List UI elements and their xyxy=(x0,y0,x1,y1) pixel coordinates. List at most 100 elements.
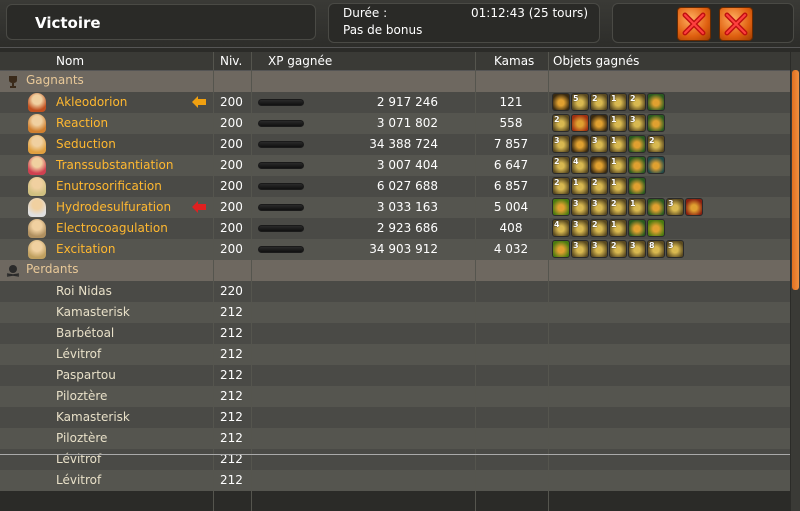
item-icon[interactable]: 3 xyxy=(590,198,608,216)
item-icon[interactable]: 1 xyxy=(609,93,627,111)
item-icon[interactable]: 2 xyxy=(628,93,646,111)
player-name[interactable]: Hydrodesulfuration xyxy=(56,200,171,214)
table-row[interactable]: Paspartou 212 xyxy=(0,365,790,386)
item-icon[interactable]: 2 xyxy=(609,198,627,216)
item-icon[interactable]: 4 xyxy=(571,156,589,174)
item-icon[interactable]: 1 xyxy=(609,135,627,153)
item-icon[interactable]: 2 xyxy=(552,156,570,174)
table-row[interactable]: Kamasterisk 212 xyxy=(0,407,790,428)
close-fight-button[interactable] xyxy=(677,7,711,41)
table-row[interactable]: Enutrosorification 200 6 027 688 6 857 2 1 2 1 xyxy=(0,176,790,197)
table-row[interactable]: Excitation 200 34 903 912 4 032 3 3 2 3 8 3 xyxy=(0,239,790,260)
table-row[interactable]: Piloztère 212 xyxy=(0,386,790,407)
table-row[interactable]: Transsubstantiation 200 3 007 404 6 647 2 4 1 xyxy=(0,155,790,176)
table-row[interactable]: Lévitrof 212 xyxy=(0,449,790,470)
item-icon[interactable] xyxy=(552,198,570,216)
item-icon[interactable]: 3 xyxy=(571,240,589,258)
cross-icon xyxy=(682,12,706,36)
item-icon[interactable]: 1 xyxy=(609,177,627,195)
item-icon[interactable]: 2 xyxy=(552,177,570,195)
column-header-nom[interactable]: Nom xyxy=(56,54,84,68)
item-icon[interactable]: 2 xyxy=(590,93,608,111)
player-name[interactable]: Lévitrof xyxy=(56,347,101,361)
item-icon[interactable]: 1 xyxy=(628,198,646,216)
player-name[interactable]: Transsubstantiation xyxy=(56,158,173,172)
table-row[interactable]: Barbétoal 212 xyxy=(0,323,790,344)
player-name[interactable]: Paspartou xyxy=(56,368,116,382)
player-name[interactable]: Seduction xyxy=(56,137,116,151)
item-icon[interactable] xyxy=(647,219,665,237)
player-name[interactable]: Kamasterisk xyxy=(56,410,130,424)
item-icon[interactable]: 2 xyxy=(552,114,570,132)
table-row[interactable]: Electrocoagulation 200 2 923 686 408 4 3 2 1 xyxy=(0,218,790,239)
player-name[interactable]: Lévitrof xyxy=(56,473,101,487)
item-icon[interactable]: 1 xyxy=(609,114,627,132)
item-icon[interactable] xyxy=(628,177,646,195)
item-icon[interactable]: 2 xyxy=(647,135,665,153)
close-window-button[interactable] xyxy=(719,7,753,41)
item-icon[interactable] xyxy=(571,135,589,153)
item-icon[interactable]: 2 xyxy=(590,219,608,237)
item-icon[interactable]: 5 xyxy=(571,93,589,111)
table-row[interactable]: Lévitrof 212 xyxy=(0,344,790,365)
item-icon[interactable] xyxy=(647,93,665,111)
item-icon[interactable] xyxy=(628,156,646,174)
item-icon[interactable]: 3 xyxy=(666,240,684,258)
item-icon[interactable]: 1 xyxy=(571,177,589,195)
player-name[interactable]: Akleodorion xyxy=(56,95,127,109)
table-row[interactable]: Akleodorion 200 2 917 246 121 5 2 1 2 xyxy=(0,92,790,113)
item-icon[interactable]: 2 xyxy=(590,177,608,195)
header: Victoire Durée : 01:12:43 (25 tours) Pas… xyxy=(0,0,800,48)
player-name[interactable]: Piloztère xyxy=(56,389,107,403)
item-icon[interactable] xyxy=(647,156,665,174)
player-name[interactable]: Electrocoagulation xyxy=(56,221,168,235)
player-name[interactable]: Reaction xyxy=(56,116,108,130)
player-name[interactable]: Barbétoal xyxy=(56,326,114,340)
item-icon[interactable]: 1 xyxy=(609,219,627,237)
item-icon[interactable]: 8 xyxy=(647,240,665,258)
table-row[interactable]: Lévitrof 212 xyxy=(0,470,790,491)
item-icon[interactable] xyxy=(685,198,703,216)
scrollbar-thumb[interactable] xyxy=(792,70,799,290)
item-icon[interactable]: 3 xyxy=(571,219,589,237)
item-icon[interactable]: 3 xyxy=(590,240,608,258)
item-icon[interactable] xyxy=(552,93,570,111)
table-row[interactable]: Hydrodesulfuration 200 3 033 163 5 004 3 3 2 1 3 xyxy=(0,197,790,218)
column-header-niv[interactable]: Niv. xyxy=(220,54,242,68)
item-icon[interactable]: 1 xyxy=(609,156,627,174)
player-name[interactable]: Roi Nidas xyxy=(56,284,112,298)
table-row[interactable]: Roi Nidas 220 xyxy=(0,281,790,302)
player-name[interactable]: Kamasterisk xyxy=(56,305,130,319)
item-icon[interactable] xyxy=(590,114,608,132)
item-icon[interactable] xyxy=(628,219,646,237)
item-icon[interactable]: 3 xyxy=(590,135,608,153)
item-icon[interactable] xyxy=(647,114,665,132)
character-avatar-icon xyxy=(28,240,46,259)
item-icon[interactable] xyxy=(647,198,665,216)
table-row[interactable]: Kamasterisk 212 xyxy=(0,302,790,323)
items-list: 5212 xyxy=(552,93,665,112)
item-icon[interactable]: 3 xyxy=(628,114,646,132)
column-header-xp[interactable]: XP gagnée xyxy=(268,54,332,68)
table-row[interactable]: Reaction 200 3 071 802 558 2 1 3 xyxy=(0,113,790,134)
table-row[interactable]: Piloztère 212 xyxy=(0,428,790,449)
column-header-objets[interactable]: Objets gagnés xyxy=(553,54,639,68)
item-icon[interactable] xyxy=(552,240,570,258)
xp-progress-bar xyxy=(258,246,304,253)
player-name[interactable]: Excitation xyxy=(56,242,115,256)
item-icon[interactable]: 3 xyxy=(552,135,570,153)
table-row[interactable]: Seduction 200 34 388 724 7 857 3 3 1 2 xyxy=(0,134,790,155)
section-row: Perdants xyxy=(0,260,790,281)
scrollbar[interactable] xyxy=(791,52,800,511)
item-icon[interactable]: 3 xyxy=(666,198,684,216)
item-icon[interactable] xyxy=(590,156,608,174)
column-header-kamas[interactable]: Kamas xyxy=(494,54,534,68)
player-name[interactable]: Piloztère xyxy=(56,431,107,445)
item-icon[interactable] xyxy=(628,135,646,153)
item-icon[interactable]: 3 xyxy=(571,198,589,216)
item-icon[interactable] xyxy=(571,114,589,132)
item-icon[interactable]: 3 xyxy=(628,240,646,258)
player-name[interactable]: Enutrosorification xyxy=(56,179,162,193)
item-icon[interactable]: 4 xyxy=(552,219,570,237)
item-icon[interactable]: 2 xyxy=(609,240,627,258)
